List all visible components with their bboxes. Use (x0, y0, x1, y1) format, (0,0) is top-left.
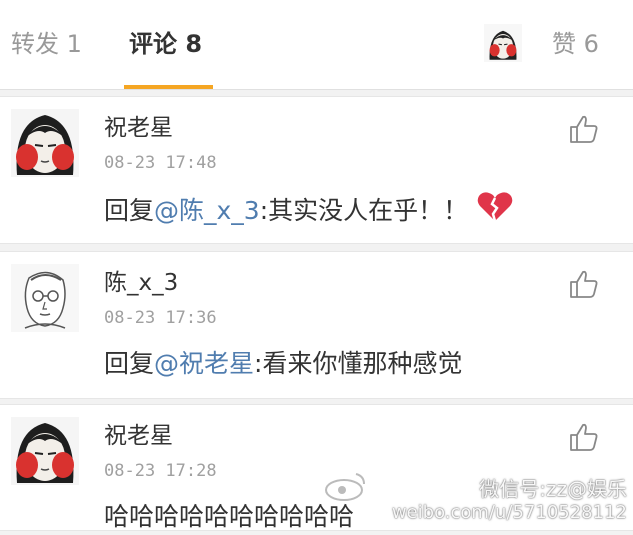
broken-heart-icon (477, 192, 513, 222)
reply-prefix: 回复 (104, 349, 155, 378)
mention-link[interactable]: @祝老星 (154, 349, 254, 378)
reply-body: :看来你懂那种感觉 (254, 349, 463, 378)
comment-time: 08-23 17:36 (104, 308, 217, 328)
comment-text: 回复@祝老星:看来你懂那种感觉 (104, 346, 462, 382)
username[interactable]: 陈_x_3 (104, 268, 178, 298)
username[interactable]: 祝老星 (104, 113, 173, 143)
avatar[interactable] (11, 264, 79, 332)
mention-link[interactable]: @陈_x_3 (154, 196, 260, 225)
comment-text: 回复@陈_x_3:其实没人在乎！！ (104, 191, 514, 229)
comment-text: 哈哈哈哈哈哈哈哈哈哈 (104, 502, 355, 531)
comment-tabbar: 转发 1 评论 8 赞 6 (0, 0, 633, 90)
comment-item: 祝老星 08-23 17:48 回复@陈_x_3:其实没人在乎！！ (0, 96, 633, 244)
tab-comments[interactable]: 评论 8 (129, 26, 202, 62)
thumbs-up-icon[interactable] (568, 113, 600, 145)
thumbs-up-icon[interactable] (568, 268, 600, 300)
watermark-weibo-url: weibo.com/u/5710528112 (391, 502, 627, 523)
thumbs-up-icon[interactable] (568, 421, 600, 453)
liker-avatar[interactable] (484, 24, 522, 62)
watermark: 微信号:zz@娱乐 weibo.com/u/5710528112 (324, 473, 627, 524)
watermark-wechat: 微信号:zz@娱乐 (479, 477, 627, 501)
active-tab-indicator (124, 85, 213, 89)
reply-body: :其实没人在乎！！ (259, 196, 469, 225)
tab-likes[interactable]: 赞 6 (552, 26, 599, 62)
avatar[interactable] (11, 109, 79, 177)
reply-prefix: 回复 (104, 196, 155, 225)
comment-time: 08-23 17:28 (104, 461, 217, 481)
avatar[interactable] (11, 417, 79, 485)
username[interactable]: 祝老星 (104, 421, 173, 451)
weibo-logo-icon (324, 473, 365, 501)
tab-repost[interactable]: 转发 1 (11, 26, 82, 62)
comment-item: 陈_x_3 08-23 17:36 回复@祝老星:看来你懂那种感觉 (0, 251, 633, 399)
comment-time: 08-23 17:48 (104, 153, 217, 173)
